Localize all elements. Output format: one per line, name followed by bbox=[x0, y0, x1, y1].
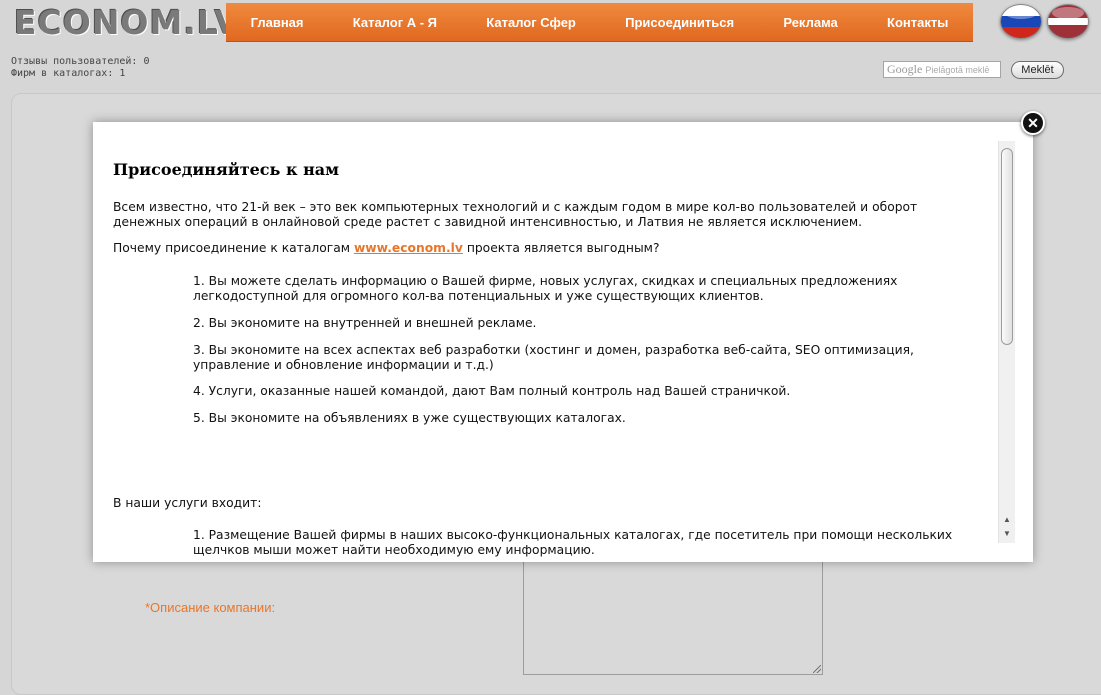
benefit-item: 4. Услуги, оказанные нашей командой, даю… bbox=[193, 384, 791, 398]
modal-content: Присоединяйтесь к нам Всем известно, что… bbox=[113, 142, 983, 562]
site-stats: Отзывы пользователей: 0 Фирм в каталогах… bbox=[11, 56, 149, 80]
company-description-textarea[interactable] bbox=[523, 560, 823, 675]
firms-count: Фирм в каталогах: 1 bbox=[11, 68, 126, 79]
nav-contacts[interactable]: Контакты bbox=[881, 15, 954, 30]
scroll-down-arrow-icon[interactable]: ▼ bbox=[1001, 529, 1013, 539]
google-logo: Google bbox=[887, 62, 923, 76]
benefit-item: 5. Вы экономите на объявлениях в уже сущ… bbox=[193, 411, 626, 425]
nav-home[interactable]: Главная bbox=[245, 15, 310, 30]
search-button[interactable]: Meklēt bbox=[1011, 61, 1064, 79]
benefit-item: 1. Вы можете сделать информацию о Вашей … bbox=[193, 274, 898, 303]
services-heading: В наши услуги входит: bbox=[113, 496, 262, 510]
main-nav: Главная Каталог А - Я Каталог Сфер Присо… bbox=[226, 3, 973, 42]
intro-paragraph: Всем известно, что 21-й век – это век ко… bbox=[113, 200, 918, 229]
nav-catalog-spheres[interactable]: Каталог Сфер bbox=[480, 15, 582, 30]
benefit-item: 3. Вы экономите на всех аспектах веб раз… bbox=[193, 343, 914, 372]
service-item: 1. Размещение Вашей фирмы в наших высоко… bbox=[193, 528, 953, 557]
question-suffix: проекта является выгодным? bbox=[466, 241, 660, 255]
modal-title: Присоединяйтесь к нам bbox=[113, 160, 340, 179]
benefit-item: 2. Вы экономите на внутренней и внешней … bbox=[193, 316, 537, 330]
ru-flag-icon[interactable] bbox=[1000, 4, 1042, 39]
join-modal: Присоединяйтесь к нам Всем известно, что… bbox=[93, 122, 1033, 562]
scrollbar-thumb[interactable] bbox=[1001, 148, 1013, 345]
lv-flag-icon[interactable] bbox=[1047, 4, 1089, 39]
reviews-count: Отзывы пользователей: 0 bbox=[11, 56, 150, 67]
modal-scrollbar[interactable]: ▲ ▼ bbox=[998, 141, 1015, 543]
search-placeholder: Pielāgotā meklē bbox=[925, 64, 990, 75]
benefits-question: Почему присоединение к каталогам www.eco… bbox=[113, 241, 660, 256]
search-input[interactable]: Google Pielāgotā meklē bbox=[883, 61, 1001, 78]
company-description-label: *Описание компании: bbox=[145, 600, 276, 615]
close-icon[interactable]: ✕ bbox=[1021, 111, 1045, 135]
nav-advertising[interactable]: Реклама bbox=[777, 15, 843, 30]
site-logo[interactable]: ECONOM.LV bbox=[14, 3, 241, 42]
question-prefix: Почему присоединение к каталогам bbox=[113, 241, 351, 255]
scroll-up-arrow-icon[interactable]: ▲ bbox=[1001, 515, 1013, 525]
nav-catalog-az[interactable]: Каталог А - Я bbox=[347, 15, 443, 30]
econom-link[interactable]: www.econom.lv bbox=[354, 241, 463, 255]
nav-join[interactable]: Присоединиться bbox=[619, 15, 740, 30]
